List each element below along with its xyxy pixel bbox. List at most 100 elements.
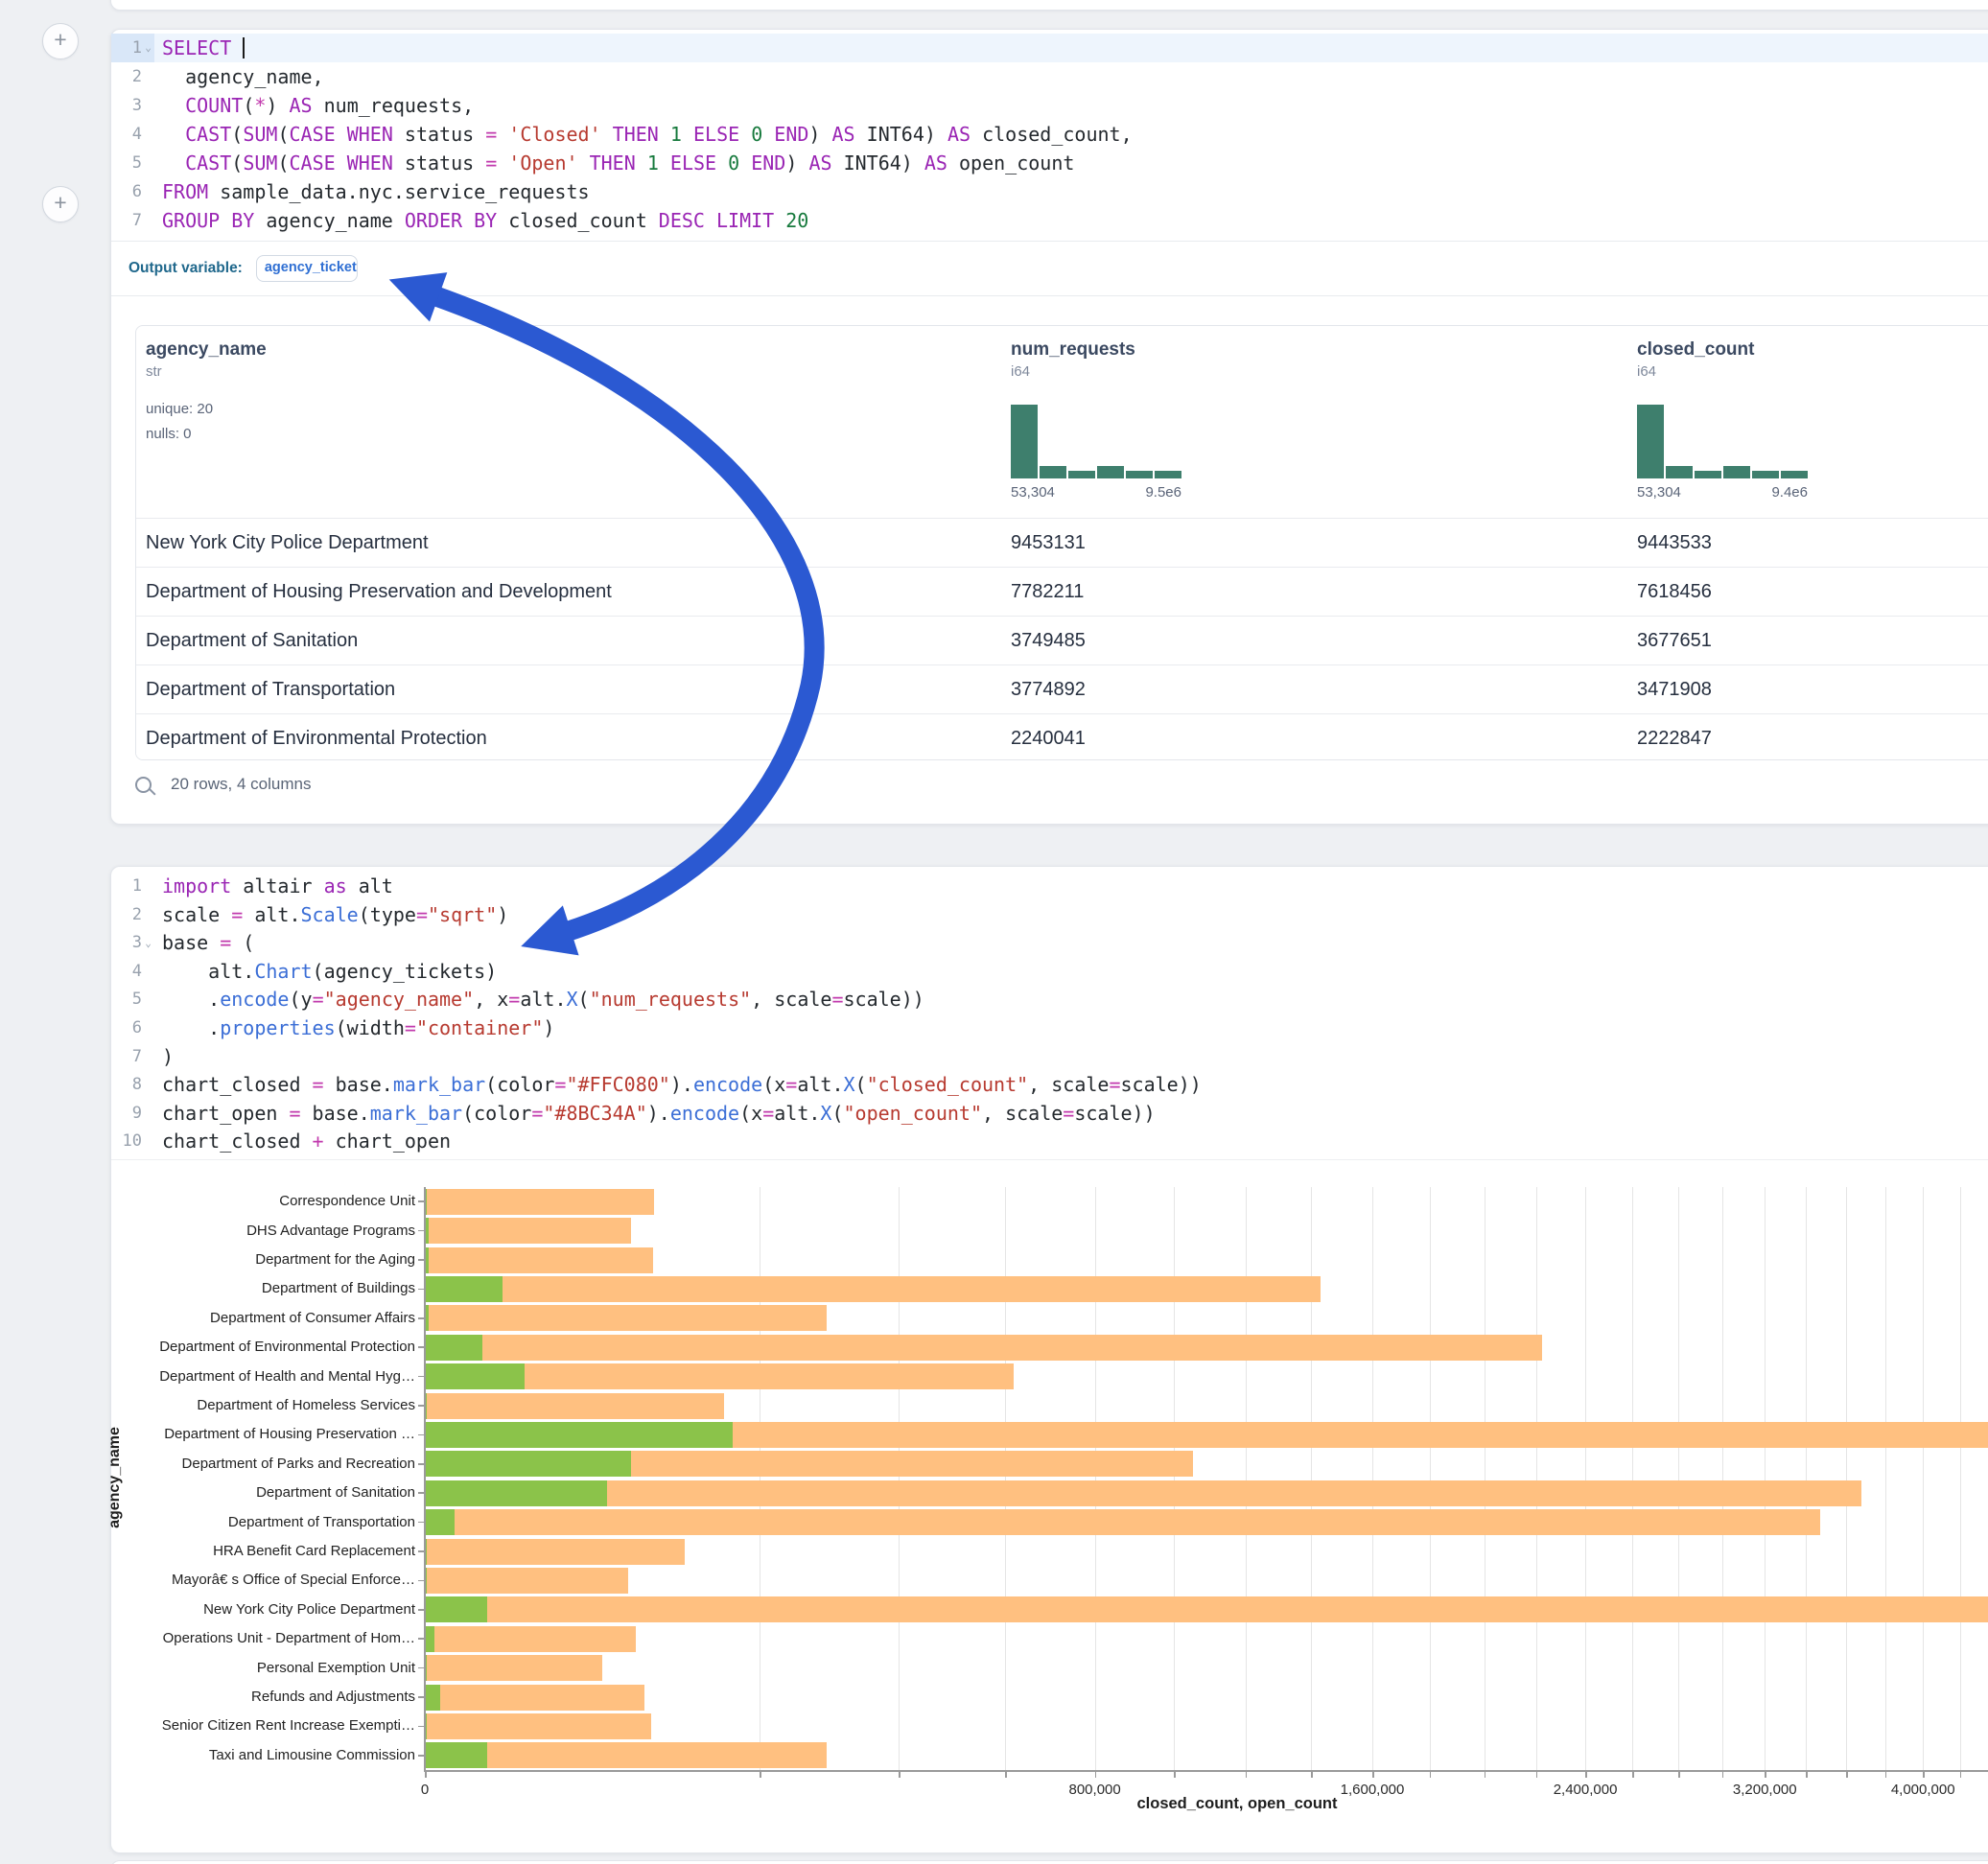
table-row[interactable]: Department of Transportation377489234719… — [136, 664, 1988, 713]
code-token: ( — [831, 1102, 843, 1125]
line-number: 3⌄ — [111, 929, 154, 958]
code-token: base. — [324, 1073, 393, 1096]
code-token: closed_count — [497, 209, 659, 232]
code-token: , x — [474, 988, 508, 1011]
column-header-num_requests[interactable]: num_requestsi6453,3049.5e6 — [1011, 326, 1637, 518]
code-token: CAST — [185, 123, 231, 146]
code-text: base = ( — [154, 929, 254, 958]
code-token: . — [162, 1016, 220, 1039]
line-number-text: 10 — [123, 1128, 142, 1156]
histogram-max-label: 9.4e6 — [1771, 484, 1808, 501]
code-token: X — [844, 1073, 855, 1096]
code-line[interactable]: 7) — [111, 1043, 1988, 1072]
table-cell: 7782211 — [1011, 581, 1637, 603]
collapse-chevron-icon[interactable]: ⌄ — [142, 34, 154, 62]
code-line[interactable]: 5 CAST(SUM(CASE WHEN status = 'Open' THE… — [111, 149, 1988, 177]
table-row[interactable]: Department of Housing Preservation and D… — [136, 567, 1988, 616]
output-variable-pill[interactable]: agency_tickets — [256, 255, 358, 282]
code-token — [336, 151, 347, 175]
code-token: = — [508, 988, 520, 1011]
line-number-text: 7 — [132, 1043, 142, 1072]
code-token — [739, 151, 751, 175]
code-token: (x — [762, 1073, 785, 1096]
code-line[interactable]: 10chart_closed + chart_open — [111, 1128, 1988, 1156]
notebook-page: + + 1⌄SELECT 2 agency_name,3 COUNT(*) AS… — [0, 0, 1988, 1864]
histogram-bar — [1723, 466, 1750, 478]
column-header-closed_count[interactable]: closed_counti6453,3049.4e6 — [1637, 326, 1988, 518]
python-editor[interactable]: 1import altair as alt2scale = alt.Scale(… — [111, 873, 1988, 1156]
code-line[interactable]: 5 .encode(y="agency_name", x=alt.X("num_… — [111, 986, 1988, 1014]
code-token — [636, 151, 647, 175]
code-line[interactable]: 1⌄SELECT — [111, 34, 1988, 62]
column-header-agency_name[interactable]: agency_namestrunique: 20nulls: 0 — [136, 326, 1011, 518]
code-line[interactable]: 4 alt.Chart(agency_tickets) — [111, 958, 1988, 987]
code-token: ( — [277, 151, 289, 175]
code-token — [162, 94, 185, 117]
code-token: ( — [231, 931, 254, 954]
code-text: chart_open = base.mark_bar(color="#8BC34… — [154, 1100, 1156, 1129]
code-token: chart_closed — [162, 1130, 313, 1153]
code-line[interactable]: 6 .properties(width="container") — [111, 1014, 1988, 1043]
table-cell: 3749485 — [1011, 630, 1637, 652]
add-cell-button[interactable]: + — [42, 23, 79, 59]
histogram-min-label: 53,304 — [1011, 484, 1055, 501]
line-number: 2 — [111, 901, 154, 930]
collapse-chevron-icon[interactable]: ⌄ — [142, 929, 154, 958]
search-icon[interactable] — [135, 777, 152, 793]
code-token: "sqrt" — [428, 903, 497, 926]
histogram-min-label: 53,304 — [1637, 484, 1681, 501]
histogram-bar — [1695, 471, 1721, 478]
next-cell-edge — [110, 1860, 1988, 1864]
code-token: COUNT — [185, 94, 243, 117]
code-line[interactable]: 4 CAST(SUM(CASE WHEN status = 'Closed' T… — [111, 120, 1988, 149]
column-name: num_requests — [1011, 339, 1637, 361]
table-cell: 3677651 — [1637, 630, 1988, 652]
code-token: CASE — [289, 151, 335, 175]
code-token: = — [554, 1073, 566, 1096]
code-token: agency_name, — [162, 65, 324, 88]
code-token: "open_count" — [844, 1102, 983, 1125]
line-number-text: 3 — [132, 929, 142, 958]
code-token: sample_data.nyc.service_requests — [208, 180, 589, 203]
code-line[interactable]: 2scale = alt.Scale(type="sqrt") — [111, 901, 1988, 930]
table-cell: 9453131 — [1011, 532, 1637, 554]
code-line[interactable]: 3 COUNT(*) AS num_requests, — [111, 91, 1988, 120]
code-token: chart_open — [162, 1102, 289, 1125]
table-cell: Department of Environmental Protection — [136, 728, 1011, 750]
table-row[interactable]: Department of Environmental Protection22… — [136, 713, 1988, 760]
code-line[interactable]: 8chart_closed = base.mark_bar(color="#FF… — [111, 1071, 1988, 1100]
code-token: altair — [231, 874, 323, 897]
code-line[interactable]: 7 GROUP BY agency_name ORDER BY closed_co… — [111, 206, 1988, 235]
code-token: (agency_tickets) — [313, 960, 498, 983]
table-row[interactable]: Department of Sanitation37494853677651 — [136, 616, 1988, 664]
code-token: encode — [693, 1073, 762, 1096]
add-cell-button[interactable]: + — [42, 186, 79, 222]
python-cell: 1import altair as alt2scale = alt.Scale(… — [110, 866, 1988, 1853]
code-token: DESC — [659, 209, 705, 232]
code-token: scale)) — [1074, 1102, 1155, 1125]
code-token: SELECT — [162, 36, 231, 59]
code-token: encode — [670, 1102, 739, 1125]
line-number: 10 — [111, 1128, 154, 1156]
code-token: + — [313, 1130, 324, 1153]
code-line[interactable]: 6FROM sample_data.nyc.service_requests — [111, 177, 1988, 206]
code-line[interactable]: 9chart_open = base.mark_bar(color="#8BC3… — [111, 1100, 1988, 1129]
table-row[interactable]: New York City Police Department945313194… — [136, 518, 1988, 567]
code-token: ). — [647, 1102, 670, 1125]
code-line[interactable]: 2 agency_name, — [111, 62, 1988, 91]
code-text: GROUP BY agency_name ORDER BY closed_cou… — [154, 206, 808, 235]
line-number-text: 3 — [132, 91, 142, 120]
line-number-text: 7 — [132, 206, 142, 235]
sql-editor[interactable]: 1⌄SELECT 2 agency_name,3 COUNT(*) AS num… — [111, 34, 1988, 235]
histogram-bar — [1097, 466, 1124, 478]
code-token: ). — [670, 1073, 693, 1096]
code-line[interactable]: 1import altair as alt — [111, 873, 1988, 901]
line-number: 2 — [111, 62, 154, 91]
line-number: 8 — [111, 1071, 154, 1100]
code-line[interactable]: 3⌄base = ( — [111, 929, 1988, 958]
code-token: END — [751, 151, 785, 175]
line-number: 7 — [111, 206, 154, 235]
text-cursor — [243, 37, 245, 58]
code-token: ) — [808, 123, 831, 146]
column-name: agency_name — [146, 339, 1011, 361]
